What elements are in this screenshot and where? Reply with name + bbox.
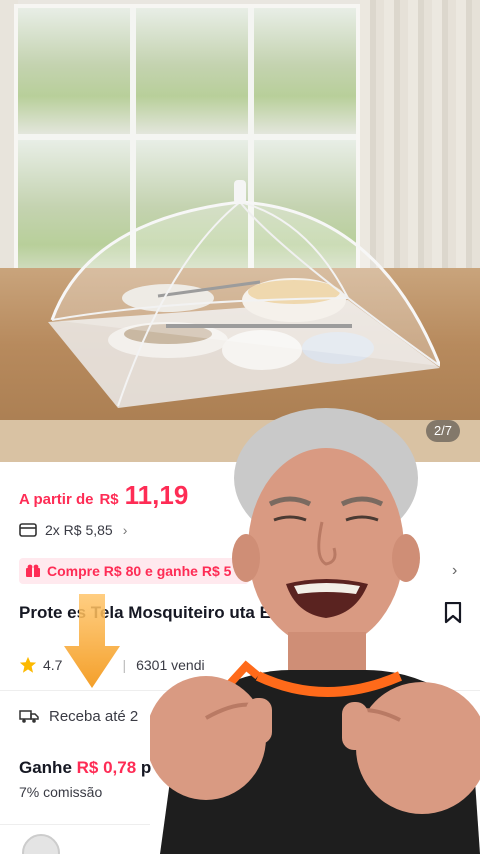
delivery-row[interactable]: Receba até 2 — [19, 708, 138, 725]
mesh-food-cover — [48, 180, 440, 408]
presenter-overlay — [150, 408, 480, 854]
card-icon — [19, 523, 37, 537]
rating-value: 4.7 — [43, 657, 63, 673]
shop-avatar[interactable] — [22, 834, 60, 854]
rating-separator: | — [122, 657, 127, 673]
price-prefix: A partir de — [19, 491, 94, 508]
installments-row[interactable]: 2x R$ 5,85 › — [19, 522, 127, 538]
divider — [0, 824, 150, 825]
chevron-right-icon: › — [122, 522, 128, 538]
earn-row: Ganhe R$ 0,78 p — [19, 758, 151, 778]
delivery-text: Receba até 2 — [49, 708, 139, 725]
gift-icon — [26, 564, 40, 577]
installments-text: 2x R$ 5,85 — [45, 522, 113, 538]
commission-text: 7% comissão — [19, 784, 103, 800]
truck-icon — [19, 710, 39, 723]
product-image[interactable]: 2/7 — [0, 0, 480, 462]
price-currency: R$ — [99, 491, 119, 508]
down-arrow-icon — [64, 594, 120, 688]
earn-amount: R$ 0,78 — [76, 758, 137, 777]
star-icon — [19, 656, 37, 673]
earn-prefix: Ganhe — [19, 758, 72, 777]
